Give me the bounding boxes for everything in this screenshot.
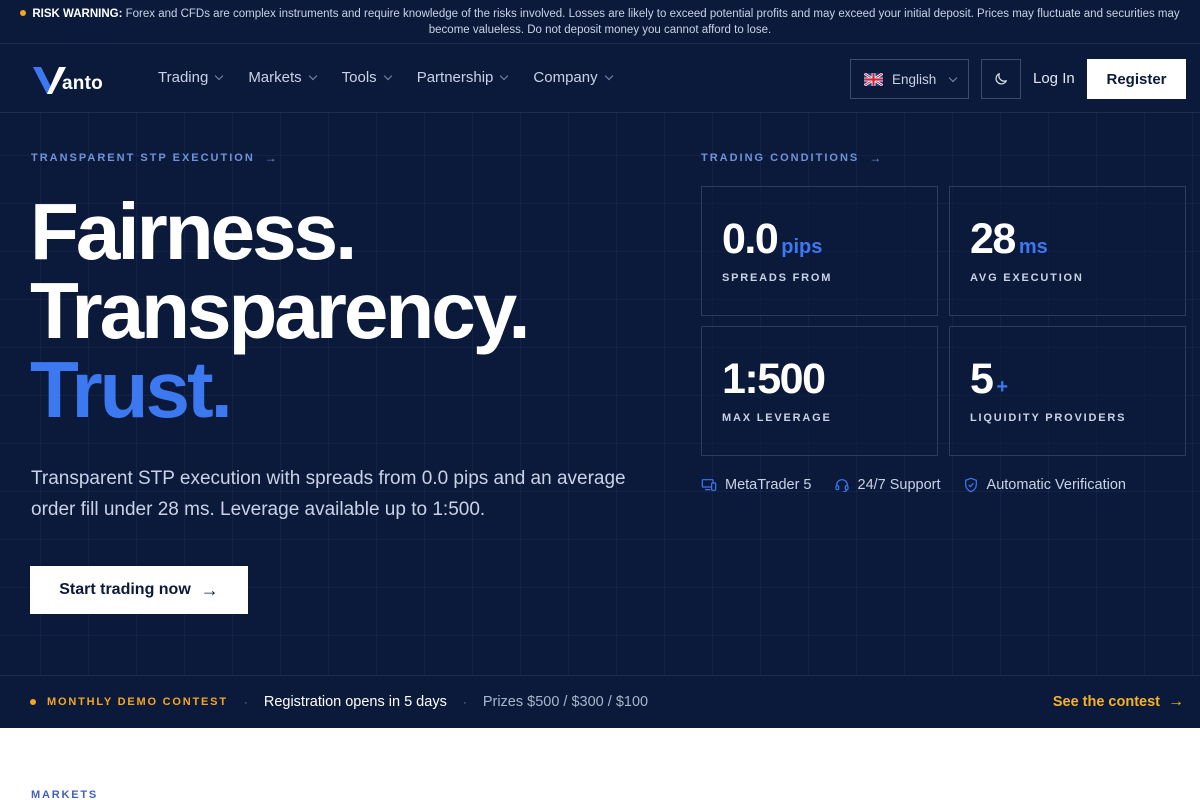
chevron-down-icon xyxy=(604,71,613,81)
stat-label: SPREADS FROM xyxy=(722,272,833,284)
stat-card-spreads: 0.0 pips SPREADS FROM xyxy=(701,186,938,316)
hero-subtitle: Transparent STP execution with spreads f… xyxy=(31,468,626,520)
monitor-icon xyxy=(701,479,717,491)
feature-label: 24/7 Support xyxy=(857,477,941,493)
menu-item-partnership[interactable]: Partnership xyxy=(416,69,509,86)
contest-registration: Registration opens in 5 days xyxy=(263,694,447,710)
stat-label: MAX LEVERAGE xyxy=(722,412,832,424)
separator-dot: · xyxy=(243,695,248,709)
feature-label: Automatic Verification xyxy=(986,477,1126,493)
uk-flag-icon xyxy=(864,72,883,86)
arrow-right-icon: → xyxy=(200,579,219,600)
stat-number: 0.0 xyxy=(722,215,779,263)
stat-number: 28 xyxy=(970,215,1016,263)
brand-logo[interactable]: anto xyxy=(32,62,103,98)
menu-item-company[interactable]: Company xyxy=(533,69,613,86)
stat-unit: ms xyxy=(1018,236,1048,258)
contest-dot-icon xyxy=(30,699,36,705)
stat-unit: + xyxy=(996,376,1009,398)
headline-line-3: Trust. xyxy=(30,345,233,434)
menu-label: Partnership xyxy=(416,69,494,86)
menu-item-trading[interactable]: Trading xyxy=(158,69,224,86)
stat-label: AVG EXECUTION xyxy=(970,272,1084,284)
shield-check-icon xyxy=(964,477,977,493)
contest-bar: MONTHLY DEMO CONTEST · Registration open… xyxy=(0,675,1200,728)
chevron-down-icon xyxy=(308,71,317,81)
contest-prizes: Prizes $500 / $300 / $100 xyxy=(482,694,649,710)
v-logo-icon xyxy=(33,67,66,94)
stat-value: 5 + xyxy=(970,355,1008,404)
feature-label: MetaTrader 5 xyxy=(725,477,812,493)
top-navigation: anto Trading Markets Tools Partnership C… xyxy=(0,44,1200,113)
hero-headline: Fairness. Transparency. Trust. xyxy=(30,187,531,434)
feature-list: MetaTrader 5 24/7 Support Automatic Veri… xyxy=(701,477,1148,493)
moon-icon xyxy=(995,73,1007,85)
stat-value: 1:500 xyxy=(722,355,828,404)
start-trading-button[interactable]: Start trading now → xyxy=(30,566,248,614)
stat-card-leverage: 1:500 MAX LEVERAGE xyxy=(701,326,938,456)
theme-toggle-button[interactable] xyxy=(981,59,1021,99)
login-link[interactable]: Log In xyxy=(1033,70,1075,87)
separator-dot: · xyxy=(462,695,467,709)
chevron-down-icon xyxy=(215,71,224,81)
chevron-down-icon xyxy=(383,71,392,81)
menu-label: Tools xyxy=(341,69,377,86)
arrow-right-icon: → xyxy=(869,151,882,165)
trading-conditions-eyebrow[interactable]: TRADING CONDITIONS → xyxy=(701,151,881,165)
chevron-down-icon xyxy=(949,73,958,82)
stat-value: 0.0 pips xyxy=(722,215,822,264)
stat-number: 1:500 xyxy=(722,355,826,403)
stat-card-liquidity: 5 + LIQUIDITY PROVIDERS xyxy=(949,326,1186,456)
hero-section: RISK WARNING: Forex and CFDs are complex… xyxy=(0,0,1200,728)
markets-section-label: MARKETS xyxy=(31,789,98,800)
risk-warning-banner: RISK WARNING: Forex and CFDs are complex… xyxy=(0,0,1200,44)
arrow-right-icon: → xyxy=(264,151,277,165)
stat-label: LIQUIDITY PROVIDERS xyxy=(970,412,1127,424)
language-selector[interactable]: English xyxy=(850,59,969,99)
menu-label: Trading xyxy=(158,69,209,86)
see-contest-link[interactable]: See the contest → xyxy=(1053,693,1184,711)
menu-item-tools[interactable]: Tools xyxy=(341,69,392,86)
start-trading-label: Start trading now xyxy=(59,581,191,598)
feature-verification: Automatic Verification xyxy=(963,477,1126,493)
menu-label: Company xyxy=(533,69,598,86)
stat-card-execution: 28 ms AVG EXECUTION xyxy=(949,186,1186,316)
hero-eyebrow[interactable]: TRANSPARENT STP EXECUTION → xyxy=(31,151,277,165)
headset-icon xyxy=(834,479,849,493)
see-contest-label: See the contest xyxy=(1052,694,1160,710)
stat-unit: pips xyxy=(781,236,823,258)
hero-eyebrow-label: TRANSPARENT STP EXECUTION xyxy=(31,152,255,164)
headline-line-1: Fairness. xyxy=(30,187,357,276)
register-button[interactable]: Register xyxy=(1087,59,1186,99)
contest-tag: MONTHLY DEMO CONTEST xyxy=(47,696,228,708)
risk-warning-text: Forex and CFDs are complex instruments a… xyxy=(125,8,1180,36)
menu-item-markets[interactable]: Markets xyxy=(248,69,317,86)
language-label: English xyxy=(892,71,937,87)
risk-warning-label: RISK WARNING: xyxy=(32,8,123,20)
warning-dot-icon xyxy=(20,10,27,16)
menu-label: Markets xyxy=(248,69,302,86)
arrow-right-icon: → xyxy=(1168,693,1184,710)
logo-text: anto xyxy=(62,73,103,94)
trading-conditions-label: TRADING CONDITIONS xyxy=(701,152,860,164)
main-menu: Trading Markets Tools Partnership Compan… xyxy=(158,69,638,86)
stat-value: 28 ms xyxy=(970,215,1048,264)
feature-support: 24/7 Support xyxy=(834,477,941,493)
chevron-down-icon xyxy=(500,71,509,81)
stat-number: 5 xyxy=(970,355,994,403)
feature-metatrader: MetaTrader 5 xyxy=(701,477,812,493)
headline-line-2: Transparency. xyxy=(30,266,531,355)
